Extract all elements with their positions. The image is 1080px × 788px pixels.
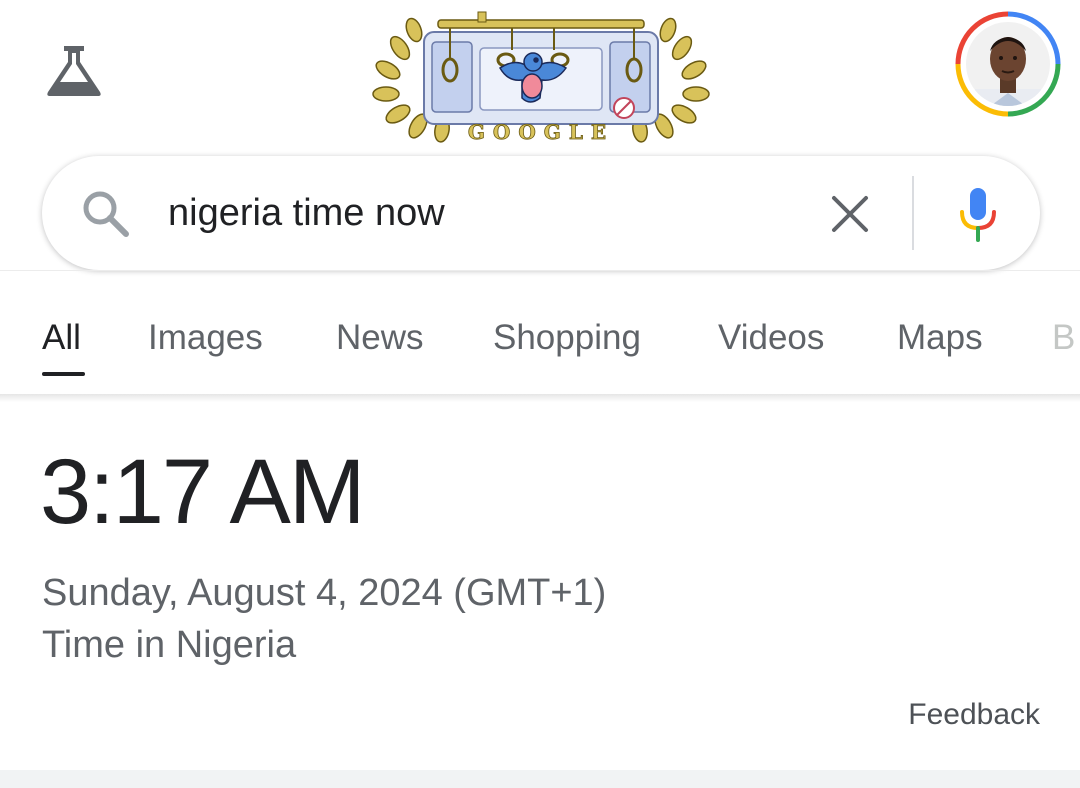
tab-videos[interactable]: Videos — [718, 318, 824, 358]
tab-all-underline — [42, 372, 85, 376]
tab-news[interactable]: News — [336, 318, 424, 358]
footer-band — [0, 770, 1080, 788]
avatar-ring — [955, 11, 1061, 117]
result-place: Time in Nigeria — [42, 624, 297, 666]
close-icon[interactable] — [826, 190, 874, 238]
search-divider — [912, 176, 914, 250]
doodle-logo-text: GOOGLE — [468, 120, 614, 144]
tab-overflow[interactable]: B — [1052, 318, 1075, 358]
flask-icon[interactable] — [44, 42, 104, 98]
feedback-link[interactable]: Feedback — [908, 698, 1040, 732]
header-divider — [0, 270, 1080, 271]
tab-images[interactable]: Images — [148, 318, 263, 358]
avatar[interactable] — [955, 11, 1061, 117]
result-time: 3:17 AM — [40, 441, 366, 543]
search-tabs: All Images News Shopping Videos Maps B — [0, 290, 1080, 394]
header: GOOGLE — [0, 0, 1080, 150]
tab-all[interactable]: All — [42, 318, 81, 358]
mic-icon[interactable] — [952, 184, 1004, 244]
google-doodle[interactable]: GOOGLE — [372, 8, 710, 144]
result-date: Sunday, August 4, 2024 (GMT+1) — [42, 572, 607, 614]
tab-shopping[interactable]: Shopping — [493, 318, 641, 358]
tab-maps[interactable]: Maps — [897, 318, 983, 358]
search-input[interactable] — [168, 186, 788, 240]
search-icon — [83, 191, 129, 237]
tabs-shadow — [0, 394, 1080, 402]
